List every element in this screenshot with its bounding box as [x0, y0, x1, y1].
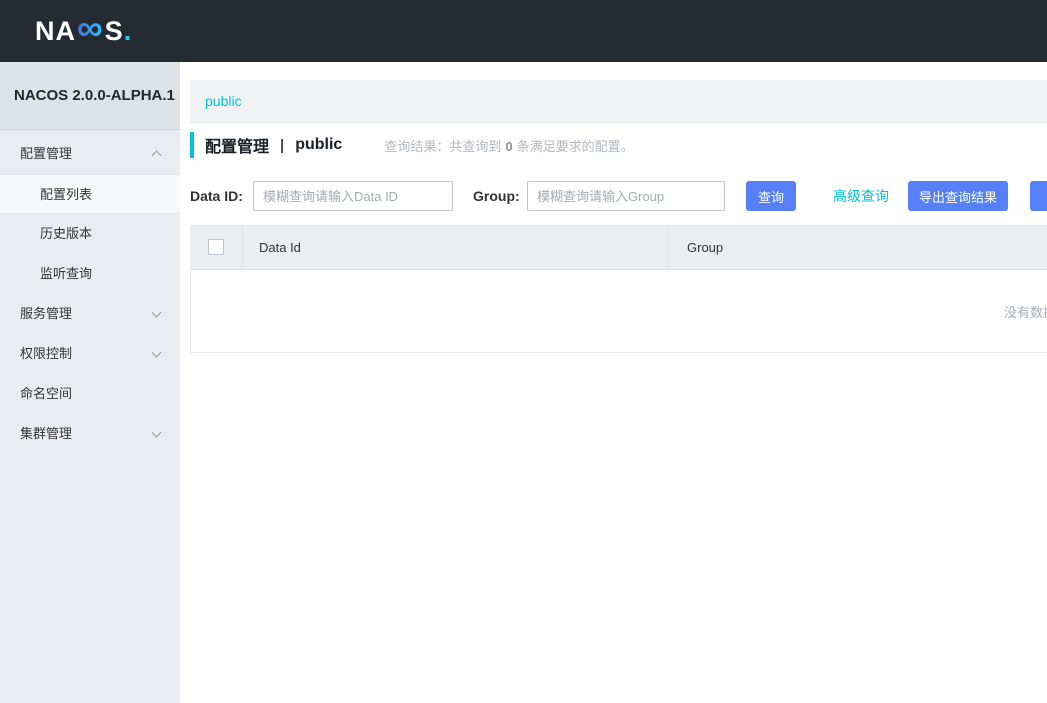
empty-state-text: 没有数据: [1003, 304, 1047, 320]
data-id-input[interactable]: [253, 181, 453, 211]
sidebar-item-label: 集群管理: [20, 426, 73, 441]
chevron-up-icon: [151, 150, 162, 161]
query-form: Data ID: Group: 查询 高级查询 导出查询结果: [0, 181, 1047, 211]
header-checkbox-cell: [190, 225, 242, 269]
result-count: 0: [505, 138, 513, 154]
title-accent-bar: [190, 132, 194, 158]
table-empty-body: 没有数据: [190, 270, 1047, 353]
select-all-checkbox[interactable]: [208, 239, 224, 255]
config-table-inner: Data Id Group 没有数据: [190, 225, 1047, 353]
logo-text-left: NA: [35, 15, 76, 46]
table-header-row: Data Id Group: [190, 225, 1047, 270]
column-header-data-id: Data Id: [242, 225, 668, 269]
config-table: Data Id Group 没有数据: [190, 225, 1047, 353]
sidebar-item-label: 配置管理: [20, 146, 73, 161]
sidebar-item-permission-control[interactable]: 权限控制: [0, 334, 180, 374]
logo-text-right: S: [104, 15, 124, 46]
sidebar-item-cluster-management[interactable]: 集群管理: [0, 414, 180, 454]
sidebar-item-label: 历史版本: [40, 226, 93, 241]
sidebar-menu: 配置管理 配置列表 历史版本 监听查询 服务管理 权限控制 命名空间 集群管理: [0, 130, 180, 454]
sidebar-item-label: 权限控制: [20, 346, 73, 361]
sidebar-item-history-versions[interactable]: 历史版本: [0, 214, 180, 254]
page-title-row: 配置管理 | public 查询结果：共查询到 0 条满足要求的配置。: [190, 130, 634, 160]
clipped-action-button[interactable]: [1030, 181, 1047, 211]
page-title: 配置管理: [205, 139, 270, 156]
query-result-summary: 查询结果：共查询到 0 条满足要求的配置。: [384, 136, 633, 155]
breadcrumb-namespace-link[interactable]: public: [205, 93, 242, 109]
sidebar-item-config-management[interactable]: 配置管理: [0, 134, 180, 174]
nacos-console: NA ∞ S. NACOS 2.0.0-ALPHA.1 配置管理 配置列表 历史版本…: [0, 0, 1047, 703]
title-namespace: public: [295, 136, 343, 153]
chevron-down-icon: [151, 307, 162, 318]
sidebar-item-namespace[interactable]: 命名空间: [0, 374, 180, 414]
breadcrumb: public: [190, 80, 1047, 123]
column-header-group: Group: [668, 225, 1047, 269]
sidebar-item-label: 监听查询: [40, 266, 93, 281]
sidebar: NACOS 2.0.0-ALPHA.1 配置管理 配置列表 历史版本 监听查询 …: [0, 62, 180, 703]
chevron-down-icon: [151, 347, 162, 358]
data-id-label: Data ID:: [190, 188, 243, 204]
sidebar-item-label: 服务管理: [20, 306, 73, 321]
infinity-icon: ∞: [77, 7, 104, 48]
logo-dot: .: [123, 15, 133, 46]
result-prefix: 查询结果：共查询到: [384, 138, 502, 154]
sidebar-item-label: 命名空间: [20, 386, 73, 401]
export-results-button[interactable]: 导出查询结果: [908, 181, 1008, 211]
top-header-bar: NA ∞ S.: [0, 0, 1047, 62]
sidebar-item-service-management[interactable]: 服务管理: [0, 294, 180, 334]
version-header: NACOS 2.0.0-ALPHA.1: [0, 62, 180, 130]
group-input[interactable]: [527, 181, 725, 211]
group-label: Group:: [473, 188, 520, 204]
result-suffix: 条满足要求的配置。: [516, 138, 634, 154]
advanced-query-link[interactable]: 高级查询: [833, 181, 889, 211]
query-button[interactable]: 查询: [746, 181, 796, 211]
nacos-logo[interactable]: NA ∞ S.: [35, 0, 132, 62]
chevron-down-icon: [151, 427, 162, 438]
sidebar-item-listening-query[interactable]: 监听查询: [0, 254, 180, 294]
title-separator: |: [280, 136, 285, 154]
